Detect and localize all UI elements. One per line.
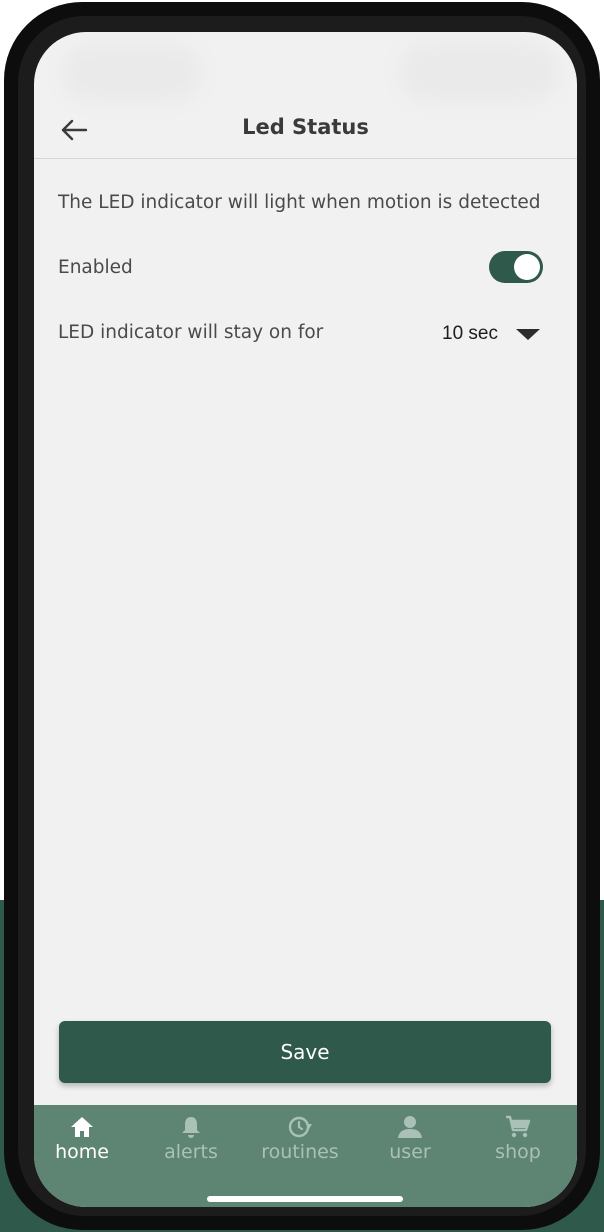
- tab-label-shop: shop: [495, 1141, 541, 1163]
- tab-label-alerts: alerts: [164, 1141, 218, 1163]
- bell-icon: [182, 1117, 200, 1138]
- stay-on-value: 10 sec: [442, 323, 498, 344]
- stay-on-dropdown[interactable]: 10 sec: [442, 318, 540, 350]
- tab-home[interactable]: home: [34, 1113, 132, 1163]
- tab-label-user: user: [389, 1141, 431, 1163]
- tab-shop[interactable]: shop: [468, 1113, 568, 1163]
- tab-routines[interactable]: routines: [250, 1113, 350, 1163]
- caret-down-icon: [515, 328, 540, 340]
- user-icon: [398, 1116, 422, 1138]
- tab-label-home: home: [55, 1141, 109, 1163]
- tab-user[interactable]: user: [360, 1113, 460, 1163]
- cart-icon: [506, 1115, 531, 1138]
- tab-alerts[interactable]: alerts: [141, 1113, 241, 1163]
- page-title: Led Status: [242, 115, 369, 139]
- description-text: The LED indicator will light when motion…: [58, 192, 541, 213]
- status-bar-right: [399, 42, 559, 102]
- header: Led Status: [34, 102, 577, 159]
- toggle-knob: [514, 254, 540, 280]
- clock-refresh-icon: [288, 1116, 312, 1138]
- enabled-label: Enabled: [58, 257, 133, 278]
- bottom-tab-bar: home alerts routines user shop: [34, 1105, 577, 1207]
- home-indicator: [207, 1196, 403, 1202]
- tab-label-routines: routines: [261, 1141, 339, 1163]
- stay-on-label: LED indicator will stay on for: [58, 322, 324, 343]
- app-screen: Led Status The LED indicator will light …: [34, 32, 577, 1207]
- status-bar-left: [62, 44, 202, 102]
- enabled-toggle[interactable]: [489, 251, 543, 283]
- home-icon: [71, 1117, 93, 1137]
- save-button[interactable]: Save: [59, 1021, 551, 1083]
